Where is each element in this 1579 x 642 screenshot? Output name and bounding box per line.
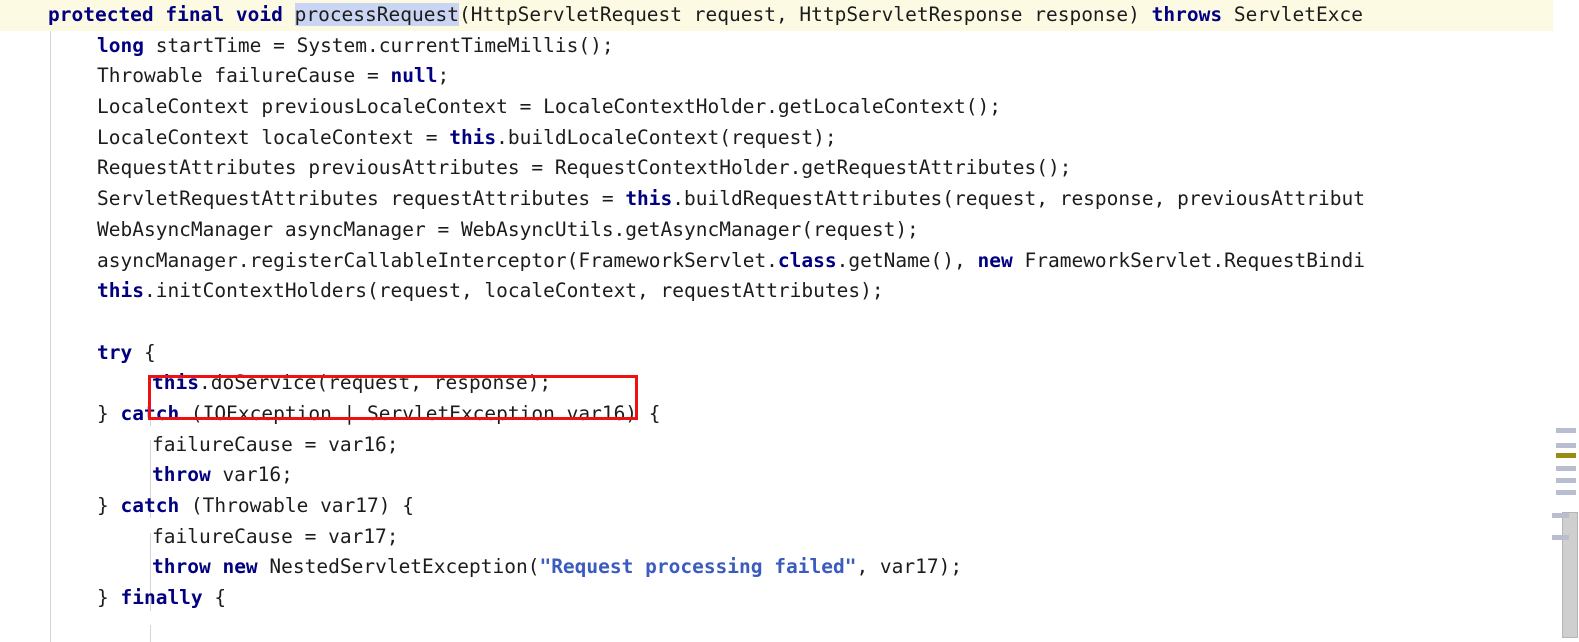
gutter-marker-warn[interactable] [1556, 453, 1576, 458]
code-token: { [132, 340, 156, 364]
code-token: var16; [210, 463, 293, 487]
keyword-token: new [977, 248, 1013, 272]
code-token: ServletRequestAttributes requestAttribut… [97, 187, 626, 211]
vertical-scrollbar-thumb[interactable] [1562, 512, 1578, 638]
code-line[interactable]: failureCause = var16; [0, 430, 1579, 461]
selected-identifier: processRequest [294, 3, 459, 26]
code-token: .buildRequestAttributes(request, respons… [672, 187, 1365, 211]
keyword-token: class [777, 248, 837, 272]
code-token: ; [437, 64, 450, 88]
code-token: } [97, 586, 121, 610]
gutter-marker-normal[interactable] [1556, 466, 1576, 471]
code-line[interactable]: throw new NestedServletException("Reques… [0, 552, 1579, 583]
code-token: Throwable failureCause = [97, 64, 391, 88]
code-line[interactable]: try { [0, 338, 1579, 369]
keyword-token: this [449, 125, 497, 149]
code-token: .initContextHolders(request, localeConte… [143, 279, 884, 303]
code-token: LocaleContext localeContext = [97, 125, 450, 149]
code-token: startTime = System.currentTimeMillis(); [143, 33, 614, 57]
keyword-token: this [97, 279, 144, 303]
code-token: } [97, 401, 121, 425]
code-line[interactable]: asyncManager.registerCallableInterceptor… [0, 246, 1579, 277]
code-token: WebAsyncManager asyncManager = WebAsyncU… [97, 217, 919, 241]
code-token: (IOException | ServletException var16) { [179, 401, 661, 425]
code-line[interactable]: Throwable failureCause = null; [0, 61, 1579, 92]
code-line[interactable]: } catch (IOException | ServletException … [0, 399, 1579, 430]
code-token: .buildLocaleContext(request); [496, 125, 837, 149]
code-token: failureCause = var16; [152, 432, 399, 456]
code-token: { [202, 586, 227, 610]
code-token: failureCause = var17; [152, 524, 399, 548]
keyword-token: this [152, 371, 199, 395]
gutter-marker-normal[interactable] [1556, 478, 1576, 483]
code-token: } [97, 494, 121, 517]
code-token: .getName(), [836, 248, 978, 272]
gutter-marker-normal[interactable] [1556, 490, 1576, 495]
keyword-token: new [222, 555, 258, 579]
code-editor-viewport[interactable]: protected final void processRequest(Http… [0, 0, 1579, 642]
keyword-token: void [235, 3, 283, 26]
code-line[interactable]: LocaleContext localeContext = this.build… [0, 123, 1579, 154]
code-line[interactable]: ServletRequestAttributes requestAttribut… [0, 184, 1579, 215]
keyword-token: finally [120, 586, 203, 610]
code-line[interactable]: } catch (Throwable var17) { [0, 491, 1579, 522]
keyword-token: long [97, 33, 144, 57]
code-token: .doService(request, response); [198, 371, 552, 395]
code-line[interactable]: protected final void processRequest(Http… [0, 0, 1579, 31]
code-line[interactable]: } finally { [0, 583, 1579, 614]
code-token: RequestAttributes previousAttributes = R… [97, 156, 1072, 180]
code-line[interactable]: long startTime = System.currentTimeMilli… [0, 31, 1579, 62]
code-line[interactable]: LocaleContext previousLocaleContext = Lo… [0, 92, 1579, 123]
code-line[interactable]: RequestAttributes previousAttributes = R… [0, 153, 1579, 184]
code-token: asyncManager.registerCallableInterceptor… [97, 248, 778, 272]
keyword-token: throw [152, 463, 211, 487]
code-line[interactable]: this.initContextHolders(request, localeC… [0, 276, 1579, 307]
keyword-token: null [390, 64, 438, 88]
code-token: , var17); [856, 555, 963, 579]
code-line[interactable]: throw var16; [0, 460, 1579, 491]
keyword-token: try [97, 340, 133, 364]
gutter-marker-normal[interactable] [1556, 428, 1576, 433]
code-token: LocaleContext previousLocaleContext = Lo… [97, 95, 1001, 119]
keyword-token: throws [1151, 3, 1223, 26]
keyword-token: protected [48, 3, 154, 26]
code-token: (Throwable var17) { [179, 494, 414, 517]
keyword-token: catch [120, 401, 180, 425]
code-line[interactable]: WebAsyncManager asyncManager = WebAsyncU… [0, 215, 1579, 246]
code-line[interactable]: failureCause = var17; [0, 522, 1579, 553]
scrollbar-tick-0 [1552, 513, 1569, 518]
code-token: FrameworkServlet.RequestBindi [1012, 248, 1365, 272]
code-token: ServletExce [1222, 3, 1363, 26]
gutter-marker-normal[interactable] [1556, 443, 1576, 448]
code-line[interactable] [0, 307, 1579, 338]
keyword-token: throw [152, 555, 211, 579]
code-token: (HttpServletRequest request, HttpServlet… [458, 3, 1152, 26]
scrollbar-tick-1 [1552, 535, 1569, 540]
marker-gutter[interactable] [1552, 0, 1579, 642]
string-literal-token: "Request processing failed" [539, 555, 857, 579]
keyword-token: this [625, 187, 673, 211]
keyword-token: catch [120, 494, 180, 517]
keyword-token: final [165, 3, 225, 26]
code-line[interactable]: this.doService(request, response); [0, 368, 1579, 399]
code-token: NestedServletException( [257, 555, 540, 579]
code-text-area[interactable]: protected final void processRequest(Http… [0, 0, 1579, 614]
indent-guide-4 [150, 625, 151, 642]
